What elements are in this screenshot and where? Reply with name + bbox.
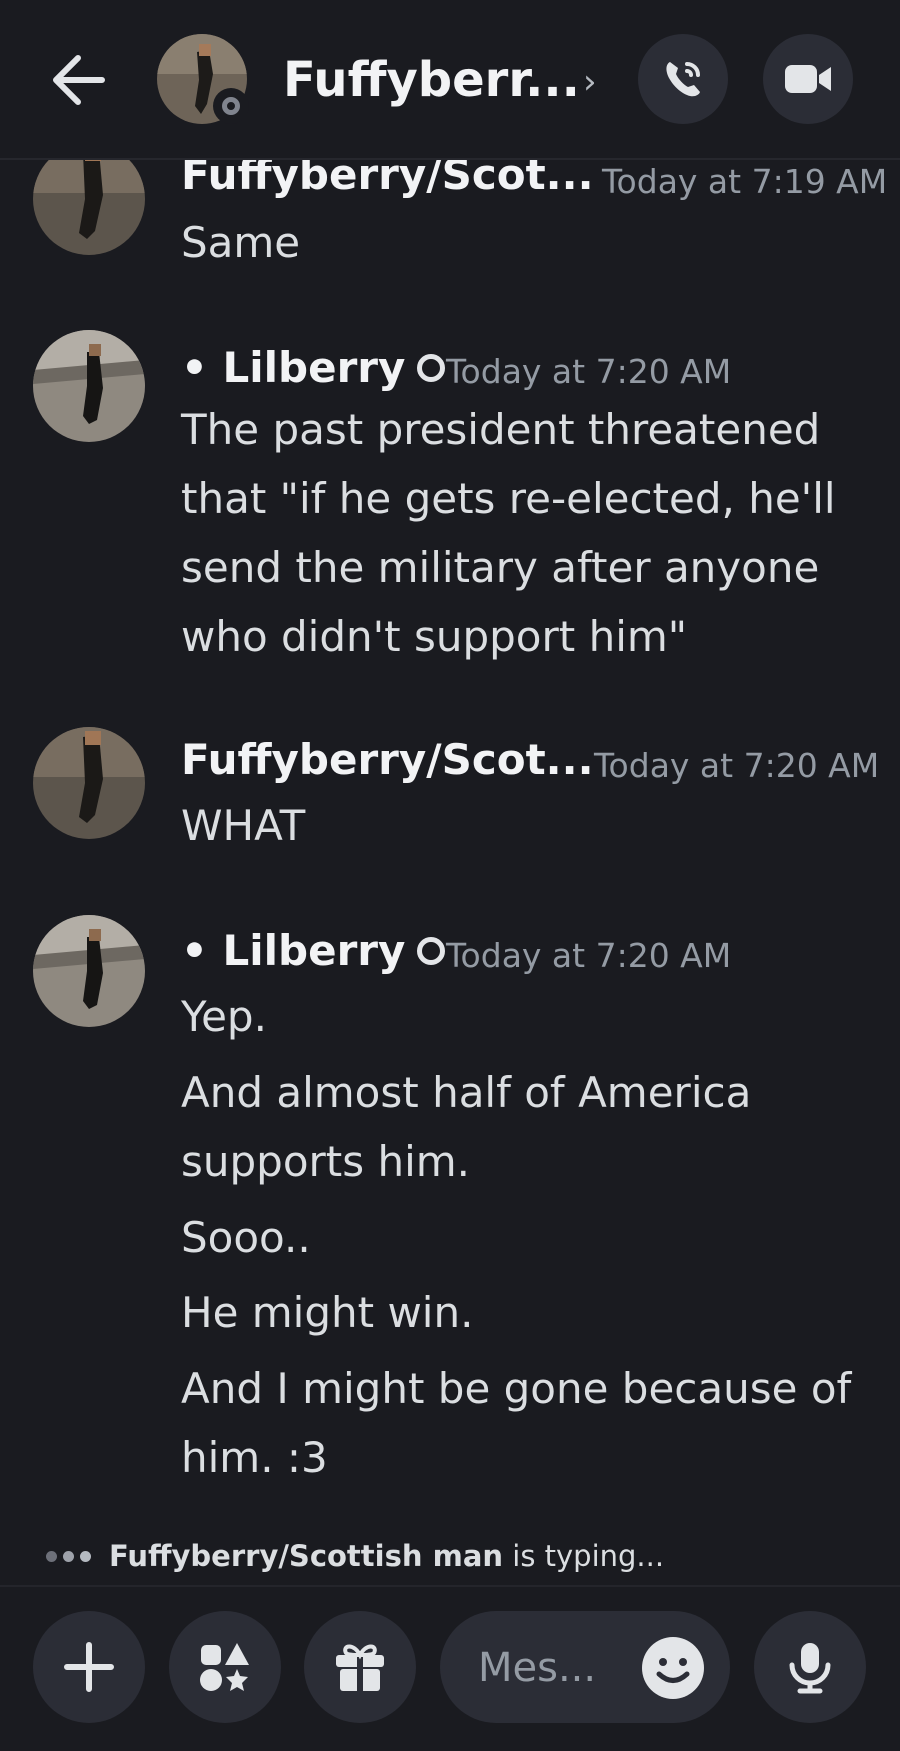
message-timestamp: Today at 7:20 AM	[446, 352, 732, 391]
message-input[interactable]	[476, 1639, 610, 1697]
back-button[interactable]	[48, 52, 108, 108]
typing-user: Fuffyberry/Scottish man	[109, 1539, 504, 1573]
arrow-left-icon	[53, 55, 105, 105]
status-indicator	[213, 88, 249, 124]
typing-text: Fuffyberry/Scottish man is typing...	[109, 1539, 664, 1573]
message-text: WHAT	[181, 801, 306, 850]
typing-dot-icon	[63, 1550, 74, 1562]
message-text: And almost half of America	[181, 1068, 752, 1117]
message-composer	[0, 1585, 900, 1751]
message-text: who didn't support him"	[181, 612, 688, 661]
message-text: Same	[181, 218, 301, 267]
message-timestamp: Today at 7:19 AM	[602, 162, 888, 201]
chevron-right-icon[interactable]: ›	[583, 62, 597, 102]
typing-indicator: Fuffyberry/Scottish man is typing...	[46, 1536, 664, 1576]
message-text: The past president threatened	[181, 405, 821, 454]
microphone-icon	[789, 1643, 831, 1694]
message-author[interactable]: • Lilberry	[181, 343, 446, 392]
online-status-icon	[417, 353, 446, 382]
message-text: supports him.	[181, 1137, 471, 1186]
message-author[interactable]: Fuffyberry/Scot...	[181, 735, 594, 784]
author-name[interactable]: • Lilberry	[181, 926, 405, 975]
message-timestamp: Today at 7:20 AM	[446, 936, 732, 975]
message-text: He might win.	[181, 1288, 474, 1337]
online-status-icon	[417, 936, 446, 965]
typing-suffix: is typing...	[503, 1539, 665, 1573]
typing-dot-icon	[80, 1550, 91, 1562]
message-text: that "if he gets re-elected, he'll	[181, 474, 836, 523]
message-text: Yep.	[181, 992, 267, 1041]
offline-status-icon	[222, 97, 240, 115]
gift-icon	[336, 1644, 384, 1691]
message-text: him. :3	[181, 1433, 328, 1482]
video-camera-icon	[785, 65, 831, 93]
emoji-icon	[642, 1637, 704, 1699]
apps-button[interactable]	[169, 1611, 281, 1723]
apps-icon	[200, 1643, 249, 1691]
voice-message-button[interactable]	[754, 1611, 866, 1723]
video-call-button[interactable]	[763, 34, 853, 124]
attach-button[interactable]	[33, 1611, 145, 1723]
message-text: And I might be gone because of	[181, 1364, 852, 1413]
channel-title[interactable]: Fuffyberr...	[283, 52, 580, 108]
typing-dot-icon	[46, 1550, 57, 1562]
plus-icon	[64, 1642, 114, 1692]
author-name[interactable]: • Lilberry	[181, 343, 405, 392]
message-author[interactable]: • Lilberry	[181, 926, 446, 975]
message-timestamp: Today at 7:20 AM	[594, 746, 880, 785]
avatar-fuffyberry[interactable]	[33, 727, 145, 839]
chat-header: Fuffyberr... ›	[0, 0, 900, 160]
gift-button[interactable]	[304, 1611, 416, 1723]
message-text: Sooo..	[181, 1213, 311, 1262]
voice-call-button[interactable]	[638, 34, 728, 124]
emoji-button[interactable]	[640, 1635, 706, 1701]
message-input-box[interactable]	[440, 1611, 730, 1723]
message-text: send the military after anyone	[181, 543, 820, 592]
avatar-lilberry[interactable]	[33, 330, 145, 442]
phone-call-icon	[666, 62, 700, 97]
avatar-lilberry[interactable]	[33, 915, 145, 1027]
